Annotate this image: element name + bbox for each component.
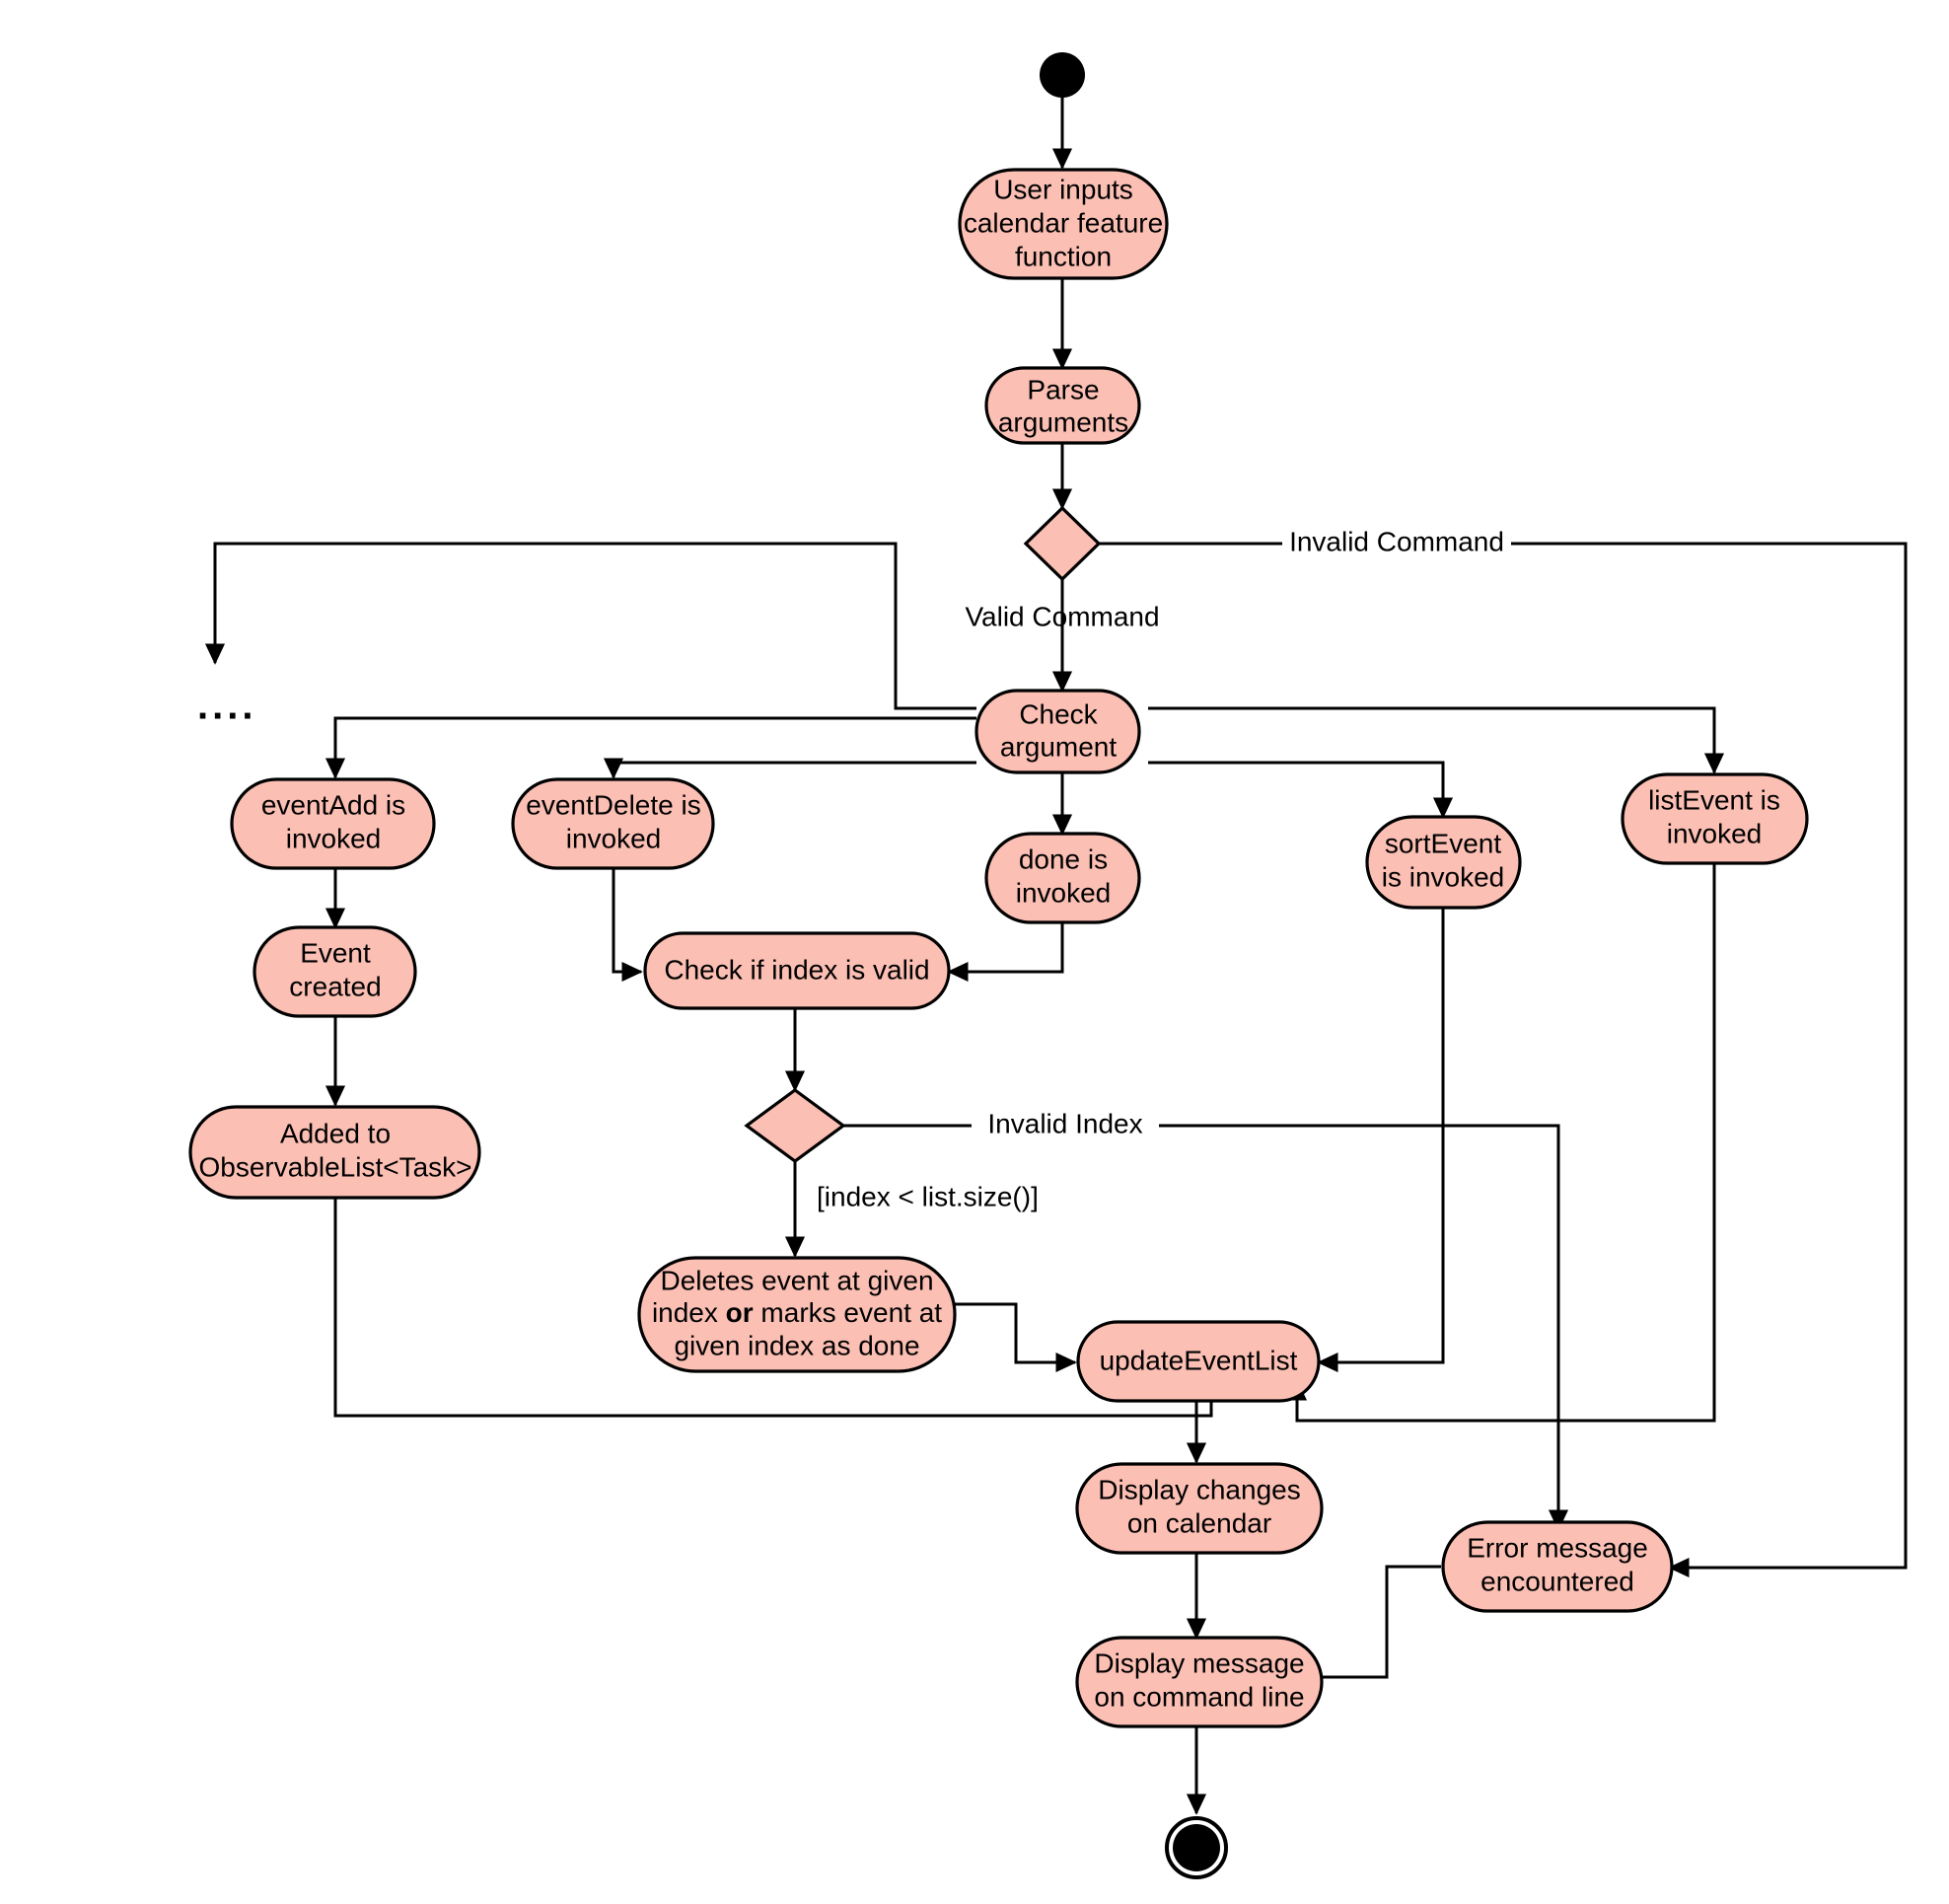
node-added-observable[interactable]: Added to ObservableList<Task> xyxy=(188,1105,481,1200)
node-list-event-line-1: listEvent is xyxy=(1648,784,1780,815)
node-display-changes-line-2: on calendar xyxy=(1127,1507,1271,1538)
node-display-message-line-1: Display message xyxy=(1094,1648,1304,1678)
node-event-created[interactable]: Event created xyxy=(253,925,417,1018)
initial-node xyxy=(1040,52,1085,98)
final-node xyxy=(1165,1816,1228,1879)
node-done-invoked-line-1: done is xyxy=(1019,843,1108,874)
node-sort-event[interactable]: sortEvent is invoked xyxy=(1365,815,1522,910)
node-deletes-event-line-1: Deletes event at given xyxy=(660,1265,933,1295)
node-event-add-line-1: eventAdd is xyxy=(261,789,405,820)
node-sort-event-line-2: is invoked xyxy=(1382,861,1505,892)
node-list-event-line-2: invoked xyxy=(1667,818,1763,848)
node-check-argument-line-1: Check xyxy=(1019,698,1098,729)
node-display-changes[interactable]: Display changes on calendar xyxy=(1075,1462,1324,1555)
node-check-argument[interactable]: Check argument xyxy=(974,689,1141,774)
node-parse-arguments[interactable]: Parse arguments xyxy=(984,366,1141,445)
node-display-message-line-2: on command line xyxy=(1094,1681,1304,1712)
node-update-event-list-label: updateEventList xyxy=(1100,1345,1298,1375)
node-event-delete-line-1: eventDelete is xyxy=(526,789,700,820)
node-deletes-event-line-3: given index as done xyxy=(674,1330,919,1360)
node-added-observable-line-1: Added to xyxy=(280,1118,391,1148)
edge-label-index-guard: [index < list.size()] xyxy=(817,1181,1039,1211)
node-display-changes-line-1: Display changes xyxy=(1098,1474,1300,1504)
node-user-inputs-line-1: User inputs xyxy=(993,174,1133,204)
uml-activity-diagram: User inputs calendar feature function Pa… xyxy=(0,0,1949,1904)
node-parse-arguments-line-1: Parse xyxy=(1027,374,1099,404)
node-list-event[interactable]: listEvent is invoked xyxy=(1621,772,1809,865)
node-event-created-line-1: Event xyxy=(300,937,371,968)
node-sort-event-line-1: sortEvent xyxy=(1385,828,1501,858)
node-event-created-line-2: created xyxy=(289,971,381,1001)
node-user-inputs[interactable]: User inputs calendar feature function xyxy=(958,168,1169,280)
node-update-event-list[interactable]: updateEventList xyxy=(1076,1320,1321,1403)
node-user-inputs-line-2: calendar feature xyxy=(964,207,1163,238)
node-deletes-event-line-2-rich: index or marks event at xyxy=(652,1297,942,1328)
node-done-invoked-line-2: invoked xyxy=(1016,877,1112,908)
node-parse-arguments-line-2: arguments xyxy=(998,406,1128,437)
node-event-delete[interactable]: eventDelete is invoked xyxy=(511,777,715,870)
node-error-message-line-2: encountered xyxy=(1480,1566,1634,1596)
node-added-observable-line-2: ObservableList<Task> xyxy=(198,1151,471,1182)
node-event-add-line-2: invoked xyxy=(286,823,382,853)
node-done-invoked[interactable]: done is invoked xyxy=(984,832,1141,924)
edge-label-more-branches: .... xyxy=(197,685,256,728)
node-deletes-event-line-2-part-1: index xyxy=(652,1297,726,1328)
edge-label-invalid-index: Invalid Index xyxy=(987,1108,1142,1138)
node-deletes-event-line-2-part-2-bold: or xyxy=(726,1297,754,1328)
edge-label-invalid-command: Invalid Command xyxy=(1289,526,1504,556)
start-node-circle xyxy=(1040,52,1085,98)
end-node-core xyxy=(1173,1824,1220,1871)
edge-label-valid-command: Valid Command xyxy=(965,601,1159,631)
activity-diagram-canvas: User inputs calendar feature function Pa… xyxy=(0,0,1949,1904)
node-check-argument-line-2: argument xyxy=(1000,731,1118,762)
node-event-delete-line-2: invoked xyxy=(566,823,662,853)
node-user-inputs-line-3: function xyxy=(1015,241,1112,271)
node-error-message-line-1: Error message xyxy=(1467,1532,1648,1563)
node-event-add[interactable]: eventAdd is invoked xyxy=(230,777,436,870)
node-check-index[interactable]: Check if index is valid xyxy=(643,931,951,1010)
node-display-message[interactable]: Display message on command line xyxy=(1075,1636,1324,1728)
node-deletes-event[interactable]: Deletes event at given index or marks ev… xyxy=(637,1256,957,1373)
node-check-index-line-1: Check if index is valid xyxy=(664,954,929,985)
node-error-message[interactable]: Error message encountered xyxy=(1441,1520,1674,1613)
node-deletes-event-line-2-part-3: marks event at xyxy=(754,1297,943,1328)
